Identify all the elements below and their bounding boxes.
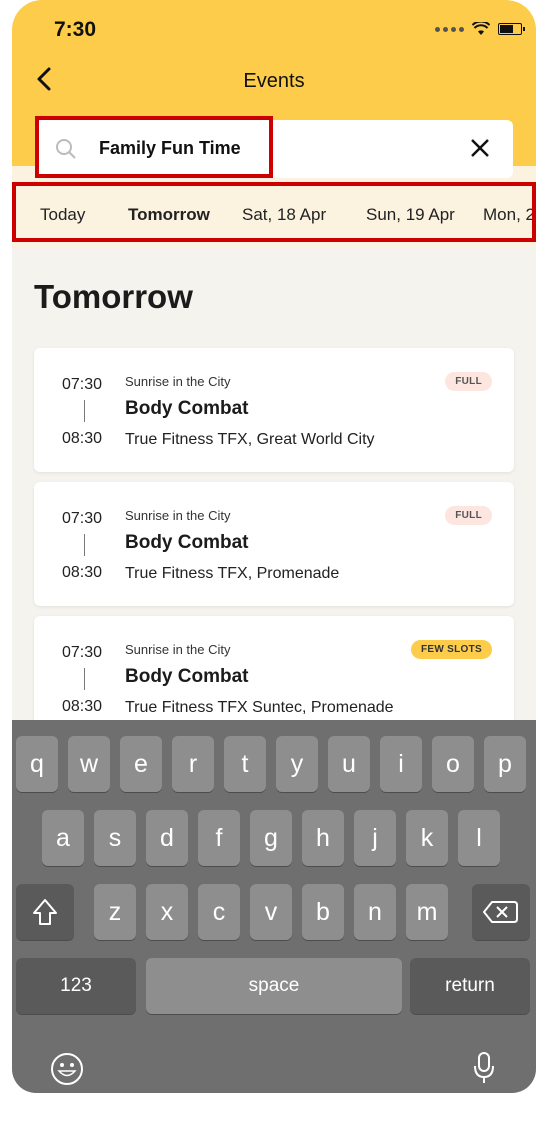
key-z[interactable]: z	[94, 884, 136, 940]
key-r[interactable]: r	[172, 736, 214, 792]
event-end-time: 08:30	[62, 698, 103, 715]
tab-mon-20-apr[interactable]: Mon, 20 Apr	[483, 205, 532, 225]
search-highlight-box	[35, 116, 273, 178]
event-subtitle: Sunrise in the City	[125, 508, 231, 523]
key-h[interactable]: h	[302, 810, 344, 866]
page-title: Events	[243, 70, 305, 92]
key-a[interactable]: a	[42, 810, 84, 866]
event-location: True Fitness TFX, Great World City	[125, 431, 375, 448]
key-g[interactable]: g	[250, 810, 292, 866]
microphone-icon[interactable]	[472, 1050, 496, 1086]
phone-screen: 7:30 Events Family Fun Time Today Tomorr…	[12, 0, 536, 1093]
key-o[interactable]: o	[432, 736, 474, 792]
key-n[interactable]: n	[354, 884, 396, 940]
backspace-icon	[483, 901, 518, 923]
close-icon[interactable]	[469, 137, 491, 159]
battery-icon	[498, 23, 525, 35]
key-t[interactable]: t	[224, 736, 266, 792]
backspace-key[interactable]	[472, 884, 530, 940]
event-start-time: 07:30	[62, 376, 103, 393]
key-f[interactable]: f	[198, 810, 240, 866]
key-q[interactable]: q	[16, 736, 58, 792]
key-k[interactable]: k	[406, 810, 448, 866]
keyboard: q w e r t y u i o p a s d f g h j k l z …	[12, 720, 536, 1093]
return-key[interactable]: return	[410, 958, 530, 1014]
status-icons	[435, 22, 525, 36]
tab-today[interactable]: Today	[40, 205, 85, 225]
key-s[interactable]: s	[94, 810, 136, 866]
event-subtitle: Sunrise in the City	[125, 642, 231, 657]
tab-tomorrow[interactable]: Tomorrow	[128, 205, 210, 225]
key-m[interactable]: m	[406, 884, 448, 940]
key-v[interactable]: v	[250, 884, 292, 940]
event-start-time: 07:30	[62, 644, 103, 661]
shift-key[interactable]	[16, 884, 74, 940]
wifi-icon	[472, 22, 490, 35]
key-d[interactable]: d	[146, 810, 188, 866]
numbers-key[interactable]: 123	[16, 958, 136, 1014]
time-divider	[84, 534, 85, 556]
space-key[interactable]: space	[146, 958, 402, 1014]
key-u[interactable]: u	[328, 736, 370, 792]
event-start-time: 07:30	[62, 510, 103, 527]
event-location: True Fitness TFX, Promenade	[125, 565, 340, 582]
time-divider	[84, 668, 85, 690]
event-name: Body Combat	[125, 398, 249, 419]
shift-arrow-icon	[33, 899, 57, 925]
tab-sun-19-apr[interactable]: Sun, 19 Apr	[366, 205, 455, 225]
status-time: 7:30	[54, 18, 97, 41]
section-title: Tomorrow	[34, 278, 193, 315]
emoji-icon[interactable]	[50, 1052, 84, 1086]
signal-icon	[435, 26, 464, 32]
event-subtitle: Sunrise in the City	[125, 374, 231, 389]
tab-sat-18-apr[interactable]: Sat, 18 Apr	[242, 205, 326, 225]
event-name: Body Combat	[125, 532, 249, 553]
key-y[interactable]: y	[276, 736, 318, 792]
key-l[interactable]: l	[458, 810, 500, 866]
status-badge: FULL	[445, 506, 492, 525]
event-end-time: 08:30	[62, 564, 103, 581]
event-card[interactable]: 07:30 08:30 Sunrise in the City Body Com…	[34, 348, 514, 472]
event-card[interactable]: 07:30 08:30 Sunrise in the City Body Com…	[34, 482, 514, 606]
key-w[interactable]: w	[68, 736, 110, 792]
key-b[interactable]: b	[302, 884, 344, 940]
date-tabs: Today Tomorrow Sat, 18 Apr Sun, 19 Apr M…	[12, 182, 536, 242]
time-divider	[84, 400, 85, 422]
status-badge: FEW SLOTS	[410, 640, 492, 659]
key-j[interactable]: j	[354, 810, 396, 866]
key-p[interactable]: p	[484, 736, 526, 792]
key-c[interactable]: c	[198, 884, 240, 940]
key-x[interactable]: x	[146, 884, 188, 940]
event-end-time: 08:30	[62, 430, 103, 447]
key-e[interactable]: e	[120, 736, 162, 792]
event-name: Body Combat	[125, 666, 249, 687]
event-location: True Fitness TFX Suntec, Promenade	[125, 699, 394, 716]
status-badge: FULL	[445, 372, 492, 391]
key-i[interactable]: i	[380, 736, 422, 792]
